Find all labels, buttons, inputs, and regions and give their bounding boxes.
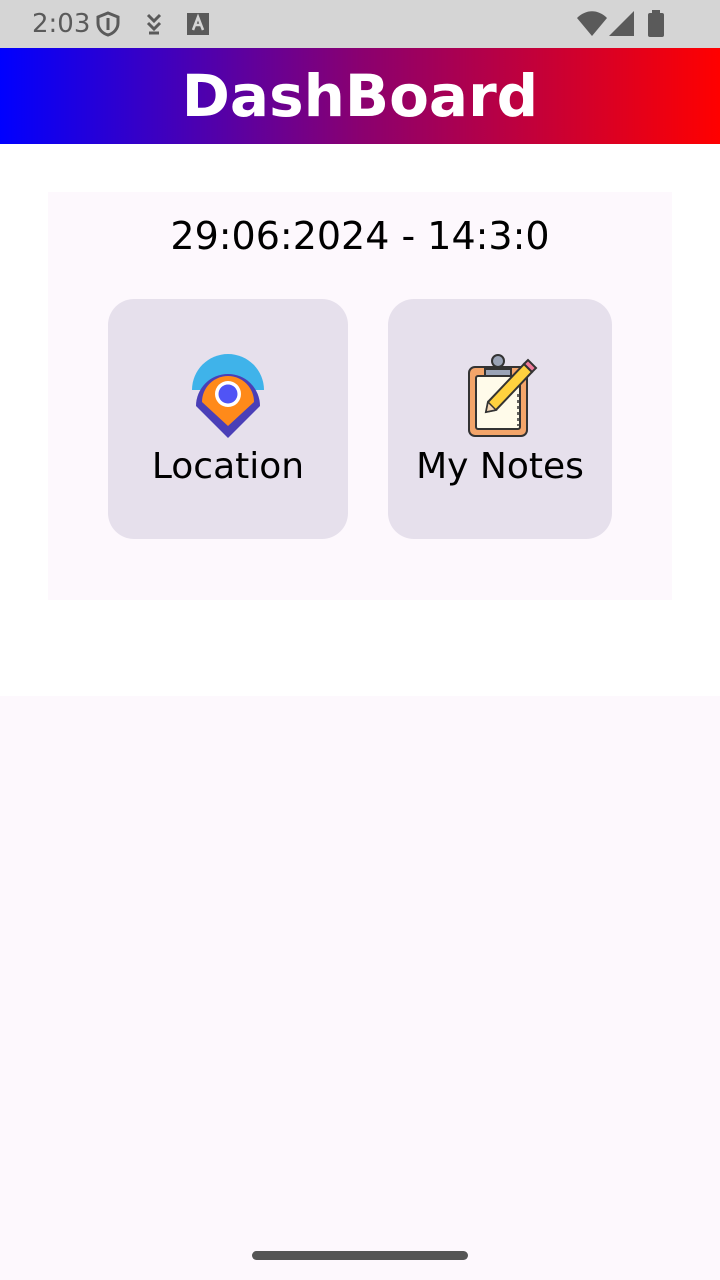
location-button[interactable]: Location bbox=[108, 299, 348, 539]
keyboard-a-icon bbox=[187, 13, 209, 35]
app-bar: DashBoard bbox=[0, 48, 720, 144]
home-indicator[interactable] bbox=[252, 1251, 468, 1260]
my-notes-label: My Notes bbox=[416, 446, 584, 487]
wifi-icon bbox=[577, 11, 607, 36]
my-notes-button[interactable]: My Notes bbox=[388, 299, 612, 539]
location-label: Location bbox=[151, 446, 305, 487]
status-bar: 2:03 bbox=[0, 0, 720, 48]
signal-icon bbox=[609, 11, 634, 36]
dashboard-card: 29:06:2024 - 14:3:0 Location My Notes bbox=[48, 192, 672, 600]
location-pin-icon bbox=[192, 354, 264, 438]
notes-clipboard-icon bbox=[468, 354, 538, 437]
datetime-label: 29:06:2024 - 14:3:0 bbox=[170, 214, 550, 258]
battery-icon bbox=[648, 10, 664, 37]
shield-icon bbox=[96, 11, 120, 37]
download-icon bbox=[146, 13, 162, 35]
status-time: 2:03 bbox=[32, 9, 91, 39]
page-title: DashBoard bbox=[181, 62, 539, 130]
